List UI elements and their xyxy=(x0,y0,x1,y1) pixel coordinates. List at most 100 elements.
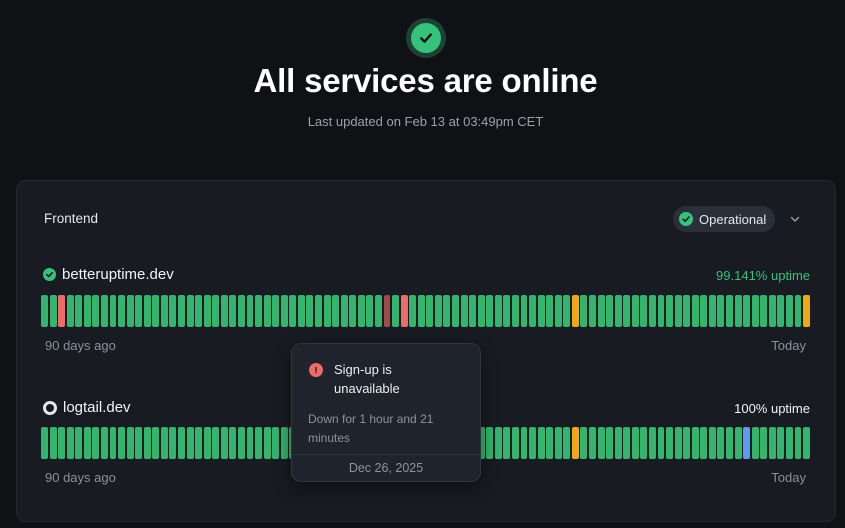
uptime-day-bar[interactable] xyxy=(640,295,648,327)
service-betteruptime[interactable]: betteruptime.dev xyxy=(43,266,174,283)
uptime-day-bar[interactable] xyxy=(657,295,665,327)
uptime-day-bar[interactable] xyxy=(520,427,528,459)
uptime-day-bar[interactable] xyxy=(666,427,674,459)
uptime-day-bar[interactable] xyxy=(597,427,605,459)
uptime-day-bar[interactable] xyxy=(83,427,91,459)
uptime-day-bar[interactable] xyxy=(726,295,733,327)
uptime-day-bar[interactable] xyxy=(135,427,143,459)
uptime-day-bar[interactable] xyxy=(49,295,57,327)
uptime-day-bar[interactable] xyxy=(357,295,365,327)
uptime-day-bar[interactable] xyxy=(169,427,177,459)
uptime-day-bar[interactable] xyxy=(614,427,622,459)
uptime-day-bar[interactable] xyxy=(169,295,177,327)
uptime-day-bar[interactable] xyxy=(443,295,451,327)
uptime-day-bar[interactable] xyxy=(178,295,185,327)
uptime-day-bar[interactable] xyxy=(563,295,571,327)
uptime-day-bar[interactable] xyxy=(212,427,220,459)
uptime-day-bar[interactable] xyxy=(520,295,528,327)
uptime-day-bar[interactable] xyxy=(272,427,280,459)
uptime-day-bar[interactable] xyxy=(777,295,785,327)
uptime-day-bar[interactable] xyxy=(366,295,374,327)
uptime-day-bar[interactable] xyxy=(263,427,271,459)
uptime-day-bar[interactable] xyxy=(332,295,340,327)
uptime-day-bar[interactable] xyxy=(785,295,793,327)
uptime-day-bar[interactable] xyxy=(255,427,263,459)
uptime-day-bar[interactable] xyxy=(700,427,708,459)
uptime-day-bar[interactable] xyxy=(297,295,305,327)
uptime-day-bar[interactable] xyxy=(75,295,83,327)
uptime-day-bar[interactable] xyxy=(92,295,100,327)
uptime-day-bar[interactable] xyxy=(768,295,776,327)
uptime-day-bar[interactable] xyxy=(589,295,596,327)
uptime-day-bar[interactable] xyxy=(289,295,297,327)
uptime-day-bar[interactable] xyxy=(246,295,254,327)
uptime-day-bar[interactable] xyxy=(280,295,288,327)
uptime-day-bar[interactable] xyxy=(597,295,605,327)
uptime-day-bar[interactable] xyxy=(683,295,691,327)
uptime-day-bar[interactable] xyxy=(691,295,699,327)
uptime-day-bar[interactable] xyxy=(280,427,288,459)
uptime-day-bar[interactable] xyxy=(409,295,417,327)
uptime-day-bar[interactable] xyxy=(785,427,793,459)
uptime-day-bar[interactable] xyxy=(434,295,442,327)
uptime-day-bar[interactable] xyxy=(306,295,314,327)
uptime-day-bar[interactable] xyxy=(494,295,502,327)
uptime-day-bar[interactable] xyxy=(571,295,579,327)
uptime-day-bar[interactable] xyxy=(237,427,245,459)
uptime-day-bar[interactable] xyxy=(717,295,725,327)
uptime-day-bar[interactable] xyxy=(263,295,271,327)
uptime-day-bar[interactable] xyxy=(623,427,631,459)
uptime-day-bar[interactable] xyxy=(803,427,811,459)
uptime-day-bar[interactable] xyxy=(400,295,408,327)
uptime-day-bar[interactable] xyxy=(66,427,74,459)
uptime-day-bar[interactable] xyxy=(503,295,511,327)
uptime-day-bar[interactable] xyxy=(486,295,494,327)
uptime-day-bar[interactable] xyxy=(143,427,151,459)
uptime-day-bar[interactable] xyxy=(160,427,168,459)
uptime-day-bar[interactable] xyxy=(186,427,194,459)
uptime-day-bar[interactable] xyxy=(41,295,48,327)
uptime-day-bar[interactable] xyxy=(751,295,759,327)
uptime-day-bar[interactable] xyxy=(203,427,211,459)
uptime-day-bar[interactable] xyxy=(460,295,468,327)
uptime-day-bar[interactable] xyxy=(494,427,502,459)
uptime-day-bar[interactable] xyxy=(674,427,682,459)
uptime-day-bar[interactable] xyxy=(229,295,237,327)
uptime-day-bar[interactable] xyxy=(323,295,331,327)
uptime-day-bar[interactable] xyxy=(803,295,811,327)
uptime-day-bar[interactable] xyxy=(486,427,494,459)
uptime-day-bar[interactable] xyxy=(100,427,108,459)
uptime-day-bar[interactable] xyxy=(58,295,66,327)
uptime-day-bar[interactable] xyxy=(349,295,357,327)
uptime-day-bar[interactable] xyxy=(546,427,554,459)
uptime-day-bar[interactable] xyxy=(648,427,656,459)
uptime-day-bar[interactable] xyxy=(606,295,614,327)
uptime-day-bar[interactable] xyxy=(100,295,108,327)
uptime-day-bar[interactable] xyxy=(212,295,220,327)
uptime-day-bar[interactable] xyxy=(700,295,708,327)
uptime-day-bar[interactable] xyxy=(734,427,742,459)
uptime-day-bar[interactable] xyxy=(220,427,228,459)
group-status-badge[interactable]: Operational xyxy=(673,206,776,232)
uptime-day-bar[interactable] xyxy=(195,427,203,459)
uptime-day-bar[interactable] xyxy=(589,427,596,459)
uptime-day-bar[interactable] xyxy=(734,295,742,327)
uptime-day-bar[interactable] xyxy=(118,295,126,327)
uptime-day-bar[interactable] xyxy=(426,295,434,327)
uptime-day-bar[interactable] xyxy=(511,427,519,459)
uptime-day-bar[interactable] xyxy=(648,295,656,327)
uptime-day-bar[interactable] xyxy=(195,295,203,327)
uptime-day-bar[interactable] xyxy=(777,427,785,459)
uptime-day-bar[interactable] xyxy=(554,427,562,459)
uptime-day-bar[interactable] xyxy=(246,427,254,459)
uptime-day-bar[interactable] xyxy=(580,295,588,327)
uptime-day-bar[interactable] xyxy=(554,295,562,327)
uptime-day-bar[interactable] xyxy=(383,295,391,327)
uptime-day-bar[interactable] xyxy=(49,427,57,459)
uptime-day-bar[interactable] xyxy=(469,295,477,327)
uptime-day-bar[interactable] xyxy=(143,295,151,327)
uptime-day-bar[interactable] xyxy=(631,427,639,459)
uptime-day-bar[interactable] xyxy=(152,295,160,327)
uptime-day-bar[interactable] xyxy=(743,295,751,327)
uptime-day-bar[interactable] xyxy=(160,295,168,327)
